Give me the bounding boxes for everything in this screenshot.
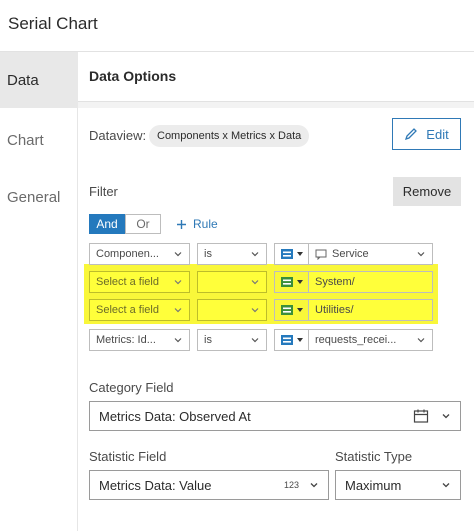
or-toggle[interactable]: Or [125,214,161,234]
category-field-value: Metrics Data: Observed At [99,408,251,424]
chat-icon [315,249,327,260]
chevron-down-icon [417,338,425,343]
caret-down-icon [297,280,303,284]
rule-field-text: Componen... [96,248,159,260]
add-rule-label: Rule [193,217,218,231]
panel-header: Data Options [78,52,474,102]
plus-icon [177,219,186,229]
chevron-down-icon [442,414,450,419]
rule-value-text: System/ [315,276,355,288]
rule-4-operator-select[interactable]: is [197,329,267,351]
field-type-icon [281,335,293,345]
rule-3-value-type-button[interactable] [274,299,309,321]
statistic-field-value: Metrics Data: Value [99,477,212,493]
rule-3-value-input[interactable]: Utilities/ [309,299,433,321]
rule-field-text: Select a field [96,304,159,316]
chevron-down-icon [251,252,259,257]
rule-2-value-type-button[interactable] [274,271,309,293]
rule-operator-text: is [204,334,212,346]
nav-item-data[interactable]: Data [0,52,78,108]
rule-2-operator-select[interactable] [197,271,267,293]
rule-1-value-select[interactable]: Service [309,243,433,265]
caret-down-icon [297,338,303,342]
rule-value-text: Utilities/ [315,304,354,316]
rule-value-text: Service [332,248,369,260]
panel-title: Data Options [89,68,177,84]
rule-field-text: Select a field [96,276,159,288]
statistic-type-value: Maximum [345,477,402,493]
and-toggle[interactable]: And [89,214,125,234]
rule-4-value-type-button[interactable] [274,329,309,351]
field-type-icon [281,305,293,315]
pencil-icon [405,128,418,141]
category-field-select[interactable]: Metrics Data: Observed At [89,401,461,431]
statistic-field-select[interactable]: Metrics Data: Value 123 [89,470,329,500]
rule-1-field-select[interactable]: Componen... [89,243,190,265]
number-type-badge: 123 [283,480,299,490]
statistic-field-label: Statistic Field [89,449,167,464]
chevron-down-icon [174,280,182,285]
rule-4-field-select[interactable]: Metrics: Id... [89,329,190,351]
chevron-down-icon [442,483,450,488]
field-type-icon [281,249,293,259]
rule-1-value-type-button[interactable] [274,243,309,265]
rule-operator-text: is [204,248,212,260]
rule-1-operator-select[interactable]: is [197,243,267,265]
chevron-down-icon [174,252,182,257]
caret-down-icon [297,252,303,256]
rule-2-value-input[interactable]: System/ [309,271,433,293]
app-header: Serial Chart [0,0,474,52]
nav-item-label: General [7,188,61,206]
rule-4-value-select[interactable]: requests_recei... [309,329,433,351]
edit-button-label: Edit [426,126,449,142]
category-field-label: Category Field [89,380,174,395]
remove-filter-button[interactable]: Remove [393,177,461,206]
rule-value-text: requests_recei... [315,334,397,346]
chevron-down-icon [251,338,259,343]
chevron-down-icon [417,252,425,257]
dataview-chip: Components x Metrics x Data [149,125,310,147]
rule-3-field-select[interactable]: Select a field [89,299,190,321]
edit-button[interactable]: Edit [392,118,461,150]
rule-3-operator-select[interactable] [197,299,267,321]
calendar-icon [413,409,429,423]
nav-item-label: Chart [7,131,44,149]
nav-item-chart[interactable]: Chart [0,112,78,168]
statistic-type-select[interactable]: Maximum [335,470,461,500]
statistic-type-label: Statistic Type [335,449,413,464]
nav-item-label: Data [7,71,39,89]
rule-field-text: Metrics: Id... [96,334,156,346]
add-rule-button[interactable]: Rule [176,214,218,234]
rule-2-field-select[interactable]: Select a field [89,271,190,293]
chevron-down-icon [251,280,259,285]
chevron-down-icon [174,308,182,313]
page-title: Serial Chart [8,14,98,33]
chevron-down-icon [174,338,182,343]
filter-label: Filter [89,184,118,199]
chevron-down-icon [251,308,259,313]
dataview-label: Dataview: [89,128,147,143]
nav-item-general[interactable]: General [0,169,78,225]
chevron-down-icon [310,483,318,488]
field-type-icon [281,277,293,287]
left-nav: Data Chart General [0,52,78,531]
caret-down-icon [297,308,303,312]
